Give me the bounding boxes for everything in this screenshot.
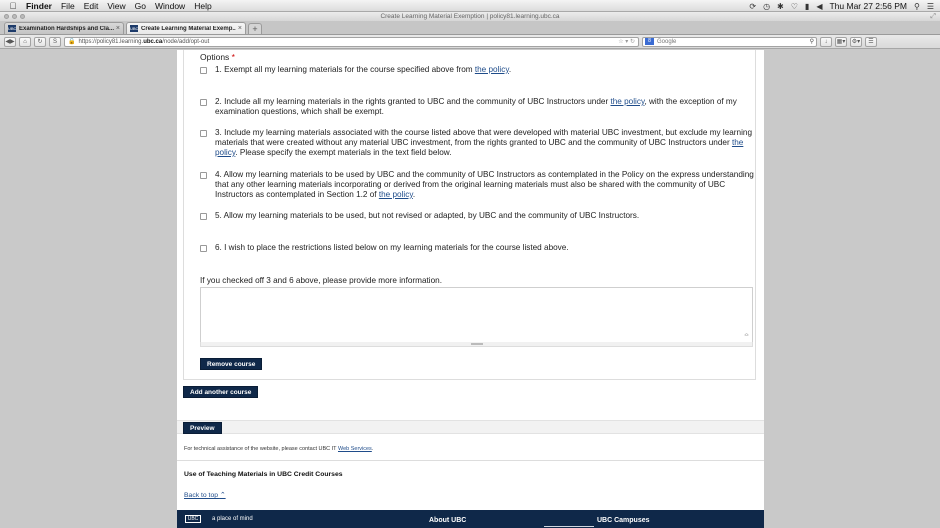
- chevron-up-icon: ⌃: [219, 492, 226, 499]
- apple-icon[interactable]: : [6, 1, 20, 11]
- search-placeholder: Google: [657, 38, 677, 45]
- menu-icon[interactable]: ☰: [865, 36, 877, 47]
- url-host: ubc.ca: [143, 38, 163, 45]
- menu-edit[interactable]: Edit: [84, 1, 99, 11]
- lock-icon: 🔒: [68, 38, 76, 45]
- ubc-campuses-heading[interactable]: UBC Campuses: [597, 517, 650, 524]
- add-another-course-button[interactable]: Add another course: [183, 386, 259, 398]
- preview-button[interactable]: Preview: [183, 422, 222, 434]
- tab-label: Examination Hardships and Cla...: [19, 25, 114, 32]
- minimize-window-button[interactable]: [12, 14, 17, 19]
- close-tab-icon[interactable]: ×: [238, 25, 242, 32]
- tab-label: Create Learning Material Exemp...: [141, 25, 236, 32]
- window-title: Create Learning Material Exemption | pol…: [380, 13, 560, 20]
- technical-assistance-note: For technical assistance of the website,…: [184, 446, 374, 452]
- required-mark: *: [231, 52, 235, 62]
- home-icon[interactable]: ⌂: [19, 36, 31, 47]
- page-viewport: Options * 1. Exempt all my learning mate…: [0, 50, 940, 528]
- more-info-label: If you checked off 3 and 6 above, please…: [200, 276, 442, 285]
- option-3-checkbox[interactable]: [200, 130, 207, 137]
- footer-section-title: Use of Teaching Materials in UBC Credit …: [184, 471, 343, 478]
- option-5: 5. Allow my learning materials to be use…: [200, 211, 755, 221]
- preview-bar: Preview: [177, 420, 764, 434]
- window-controls: [4, 14, 25, 19]
- clock-icon[interactable]: ◷: [763, 2, 770, 11]
- web-services-link[interactable]: Web Services: [338, 446, 372, 452]
- new-tab-button[interactable]: +: [248, 23, 262, 34]
- tools-menu-icon[interactable]: ⚙▾: [850, 36, 862, 47]
- mac-menubar:  Finder File Edit View Go Window Help ⟳…: [0, 0, 940, 12]
- option-5-checkbox[interactable]: [200, 213, 207, 220]
- ubc-tagline: a place of mind: [212, 516, 253, 522]
- zoom-window-button[interactable]: [20, 14, 25, 19]
- menu-finder[interactable]: Finder: [26, 1, 52, 11]
- resize-grip-icon[interactable]: ≏: [744, 332, 749, 339]
- ubc-favicon-icon: UBC: [8, 25, 17, 32]
- option-1-checkbox[interactable]: [200, 67, 207, 74]
- back-to-top-link[interactable]: Back to top ⌃: [184, 491, 226, 499]
- window-titlebar: Create Learning Material Exemption | pol…: [0, 12, 940, 21]
- option-4: 4. Allow my learning materials to be use…: [200, 170, 755, 200]
- option-2-checkbox[interactable]: [200, 99, 207, 106]
- policy-link[interactable]: the policy: [379, 190, 413, 199]
- tab-bar: UBC Examination Hardships and Cla... × U…: [0, 21, 940, 35]
- option-6-checkbox[interactable]: [200, 245, 207, 252]
- menu-file[interactable]: File: [61, 1, 75, 11]
- spotlight-search-icon[interactable]: ⚲: [914, 2, 920, 11]
- course-fieldset: Options * 1. Exempt all my learning mate…: [183, 50, 756, 380]
- fullscreen-icon[interactable]: ⤢: [930, 12, 936, 21]
- ubc-favicon-icon: UBC: [130, 25, 139, 32]
- options-label: Options *: [200, 52, 235, 62]
- menu-go[interactable]: Go: [135, 1, 146, 11]
- addon-icon[interactable]: S: [49, 36, 61, 47]
- option-3: 3. Include my learning materials associa…: [200, 128, 755, 158]
- close-tab-icon[interactable]: ×: [116, 25, 120, 32]
- menu-view[interactable]: View: [107, 1, 125, 11]
- notification-list-icon[interactable]: ☰: [927, 2, 934, 11]
- search-icon[interactable]: ⚲: [810, 38, 814, 46]
- textarea-resize-handle[interactable]: [200, 342, 753, 347]
- close-window-button[interactable]: [4, 14, 9, 19]
- footer-divider-line: [544, 526, 594, 527]
- menu-window[interactable]: Window: [155, 1, 185, 11]
- option-4-checkbox[interactable]: [200, 172, 207, 179]
- policy-link[interactable]: the policy: [475, 65, 509, 74]
- battery-icon[interactable]: ▮: [805, 2, 809, 11]
- option-2: 2. Include all my learning materials in …: [200, 97, 755, 117]
- volume-icon[interactable]: ◀: [816, 2, 822, 11]
- wifi-icon[interactable]: ♡: [791, 2, 798, 11]
- google-engine-icon[interactable]: 8: [645, 38, 654, 45]
- policy-link[interactable]: the policy: [610, 97, 644, 106]
- sync-icon[interactable]: ⟳: [749, 2, 756, 11]
- content-column: Options * 1. Exempt all my learning mate…: [177, 50, 764, 528]
- url-bar[interactable]: 🔒 https://policy81.learning. ubc.ca /nod…: [64, 36, 639, 47]
- reload-icon[interactable]: ↻: [34, 36, 46, 47]
- tab-create-learning-material[interactable]: UBC Create Learning Material Exemp... ×: [126, 22, 246, 34]
- menubar-datetime[interactable]: Thu Mar 27 2:56 PM: [829, 1, 906, 11]
- option-1: 1. Exempt all my learning materials for …: [200, 65, 755, 75]
- ubc-logo[interactable]: UBC: [185, 515, 201, 523]
- search-bar[interactable]: 8 Google ⚲: [642, 36, 817, 47]
- menu-help[interactable]: Help: [194, 1, 211, 11]
- more-info-textarea[interactable]: ≏: [200, 287, 753, 343]
- tab-examination-hardships[interactable]: UBC Examination Hardships and Cla... ×: [4, 22, 124, 34]
- bookmarks-menu-icon[interactable]: ▦▾: [835, 36, 847, 47]
- menubar-status-area: ⟳ ◷ ✱ ♡ ▮ ◀ Thu Mar 27 2:56 PM ⚲ ☰: [749, 0, 934, 12]
- option-6: 6. I wish to place the restrictions list…: [200, 243, 755, 253]
- download-icon[interactable]: ↓: [820, 36, 832, 47]
- about-ubc-heading[interactable]: About UBC: [429, 517, 466, 524]
- remove-course-button[interactable]: Remove course: [200, 358, 263, 370]
- url-prefix: https://policy81.learning.: [78, 38, 144, 45]
- ubc-footer: UBC a place of mind About UBC UBC Campus…: [177, 510, 764, 528]
- footer-divider: [177, 460, 764, 461]
- back-button[interactable]: ◀▶: [4, 36, 16, 47]
- bluetooth-icon[interactable]: ✱: [777, 2, 784, 11]
- navigation-toolbar: ◀▶ ⌂ ↻ S 🔒 https://policy81.learning. ub…: [0, 35, 940, 49]
- url-path: /node/add/opt-out: [162, 38, 210, 45]
- bookmark-star-icon[interactable]: ☆ ▾ ↻: [618, 38, 635, 46]
